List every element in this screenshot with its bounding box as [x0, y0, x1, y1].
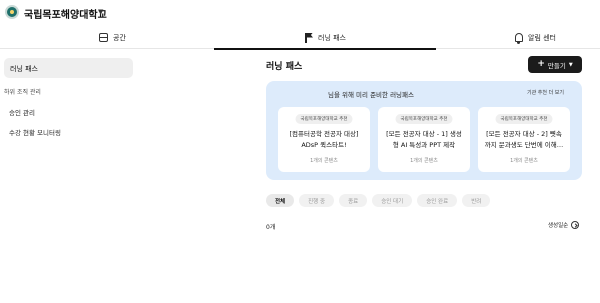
filter-approved[interactable]: 승인 완료 [417, 194, 458, 207]
recommend-badge: 국립목포해양대학교 추천 [295, 114, 353, 124]
tab-learning-path-label: 러닝 패스 [318, 33, 346, 42]
content-count: 1개의 콘텐츠 [510, 158, 538, 164]
top-header: 국립목포해양대학교 ▼ [0, 0, 600, 26]
school-name[interactable]: 국립목포해양대학교 [24, 6, 107, 21]
recommended-panel: 님을 위해 미리 준비한 러닝패스 기관 추천 더 보기 국립목포해양대학교 추… [266, 81, 582, 180]
view-more-link[interactable]: 기관 추천 더 보기 [527, 89, 564, 96]
sidebar-item-learning-path[interactable]: 러닝 패스 [4, 58, 133, 78]
recommended-title: 님을 위해 미리 준비한 러닝패스 [327, 91, 414, 99]
sidebar-item-monitoring[interactable]: 수강 현황 모니터링 [9, 127, 61, 137]
main-tabs: 공간 러닝 패스 알림 센터 [0, 26, 600, 50]
recommend-badge: 국립목포해양대학교 추천 [395, 114, 453, 124]
sort-button[interactable]: 생성일순 [548, 221, 580, 229]
tab-learning-path[interactable]: 러닝 패스 [214, 26, 436, 50]
flag-icon [304, 32, 313, 43]
filter-all[interactable]: 전체 [266, 194, 295, 207]
content-count: 1개의 콘텐츠 [310, 158, 338, 164]
caret-down-icon: ▼ [568, 61, 573, 68]
card-title: [모든 전공자 대상 - 1] 생성형 AI 특성과 PPT 제작 [386, 130, 462, 149]
filter-rejected[interactable]: 반려 [462, 194, 491, 207]
tab-notification-center-label: 알림 센터 [528, 33, 556, 42]
filter-pending[interactable]: 승인 대기 [372, 194, 413, 207]
card-title: [컴퓨터공학 전공자 대상] ADsP 퀵스타트! [289, 130, 359, 149]
sort-arrow-icon [571, 221, 580, 229]
card-title: [모든 전공자 대상 - 2] 뼛속까지 문과생도 단번에 이해… [484, 130, 564, 149]
status-filters: 전체 진행 중 종료 승인 대기 승인 완료 반려 [266, 194, 491, 207]
sort-label: 생성일순 [548, 223, 569, 229]
sidebar-section-label: 하위 조직 관리 [4, 89, 41, 96]
filter-in-progress[interactable]: 진행 중 [299, 194, 335, 207]
tab-notification-center[interactable]: 알림 센터 [515, 26, 556, 49]
recommended-card[interactable]: 국립목포해양대학교 추천 [컴퓨터공학 전공자 대상] ADsP 퀵스타트! 1… [278, 107, 370, 172]
result-count: 0개 [266, 224, 276, 231]
tab-space-label: 공간 [113, 33, 126, 42]
layout-icon [99, 33, 108, 42]
sidebar-item-approval[interactable]: 승인 관리 [9, 107, 35, 117]
plus-icon: + [537, 59, 545, 69]
recommended-card[interactable]: 국립목포해양대학교 추천 [모든 전공자 대상 - 1] 생성형 AI 특성과 … [378, 107, 470, 172]
tab-space[interactable]: 공간 [99, 26, 126, 49]
filter-ended[interactable]: 종료 [339, 194, 368, 207]
create-button[interactable]: + 만들기 ▼ [528, 56, 582, 73]
bell-icon [515, 33, 523, 44]
university-emblem-icon[interactable] [5, 5, 19, 19]
caret-down-icon[interactable]: ▼ [98, 8, 103, 16]
content-count: 1개의 콘텐츠 [410, 158, 438, 164]
recommended-card[interactable]: 국립목포해양대학교 추천 [모든 전공자 대상 - 2] 뼛속까지 문과생도 단… [478, 107, 570, 172]
page-title: 러닝 패스 [266, 62, 303, 72]
create-button-label: 만들기 [547, 61, 566, 70]
recommend-badge: 국립목포해양대학교 추천 [495, 114, 553, 124]
